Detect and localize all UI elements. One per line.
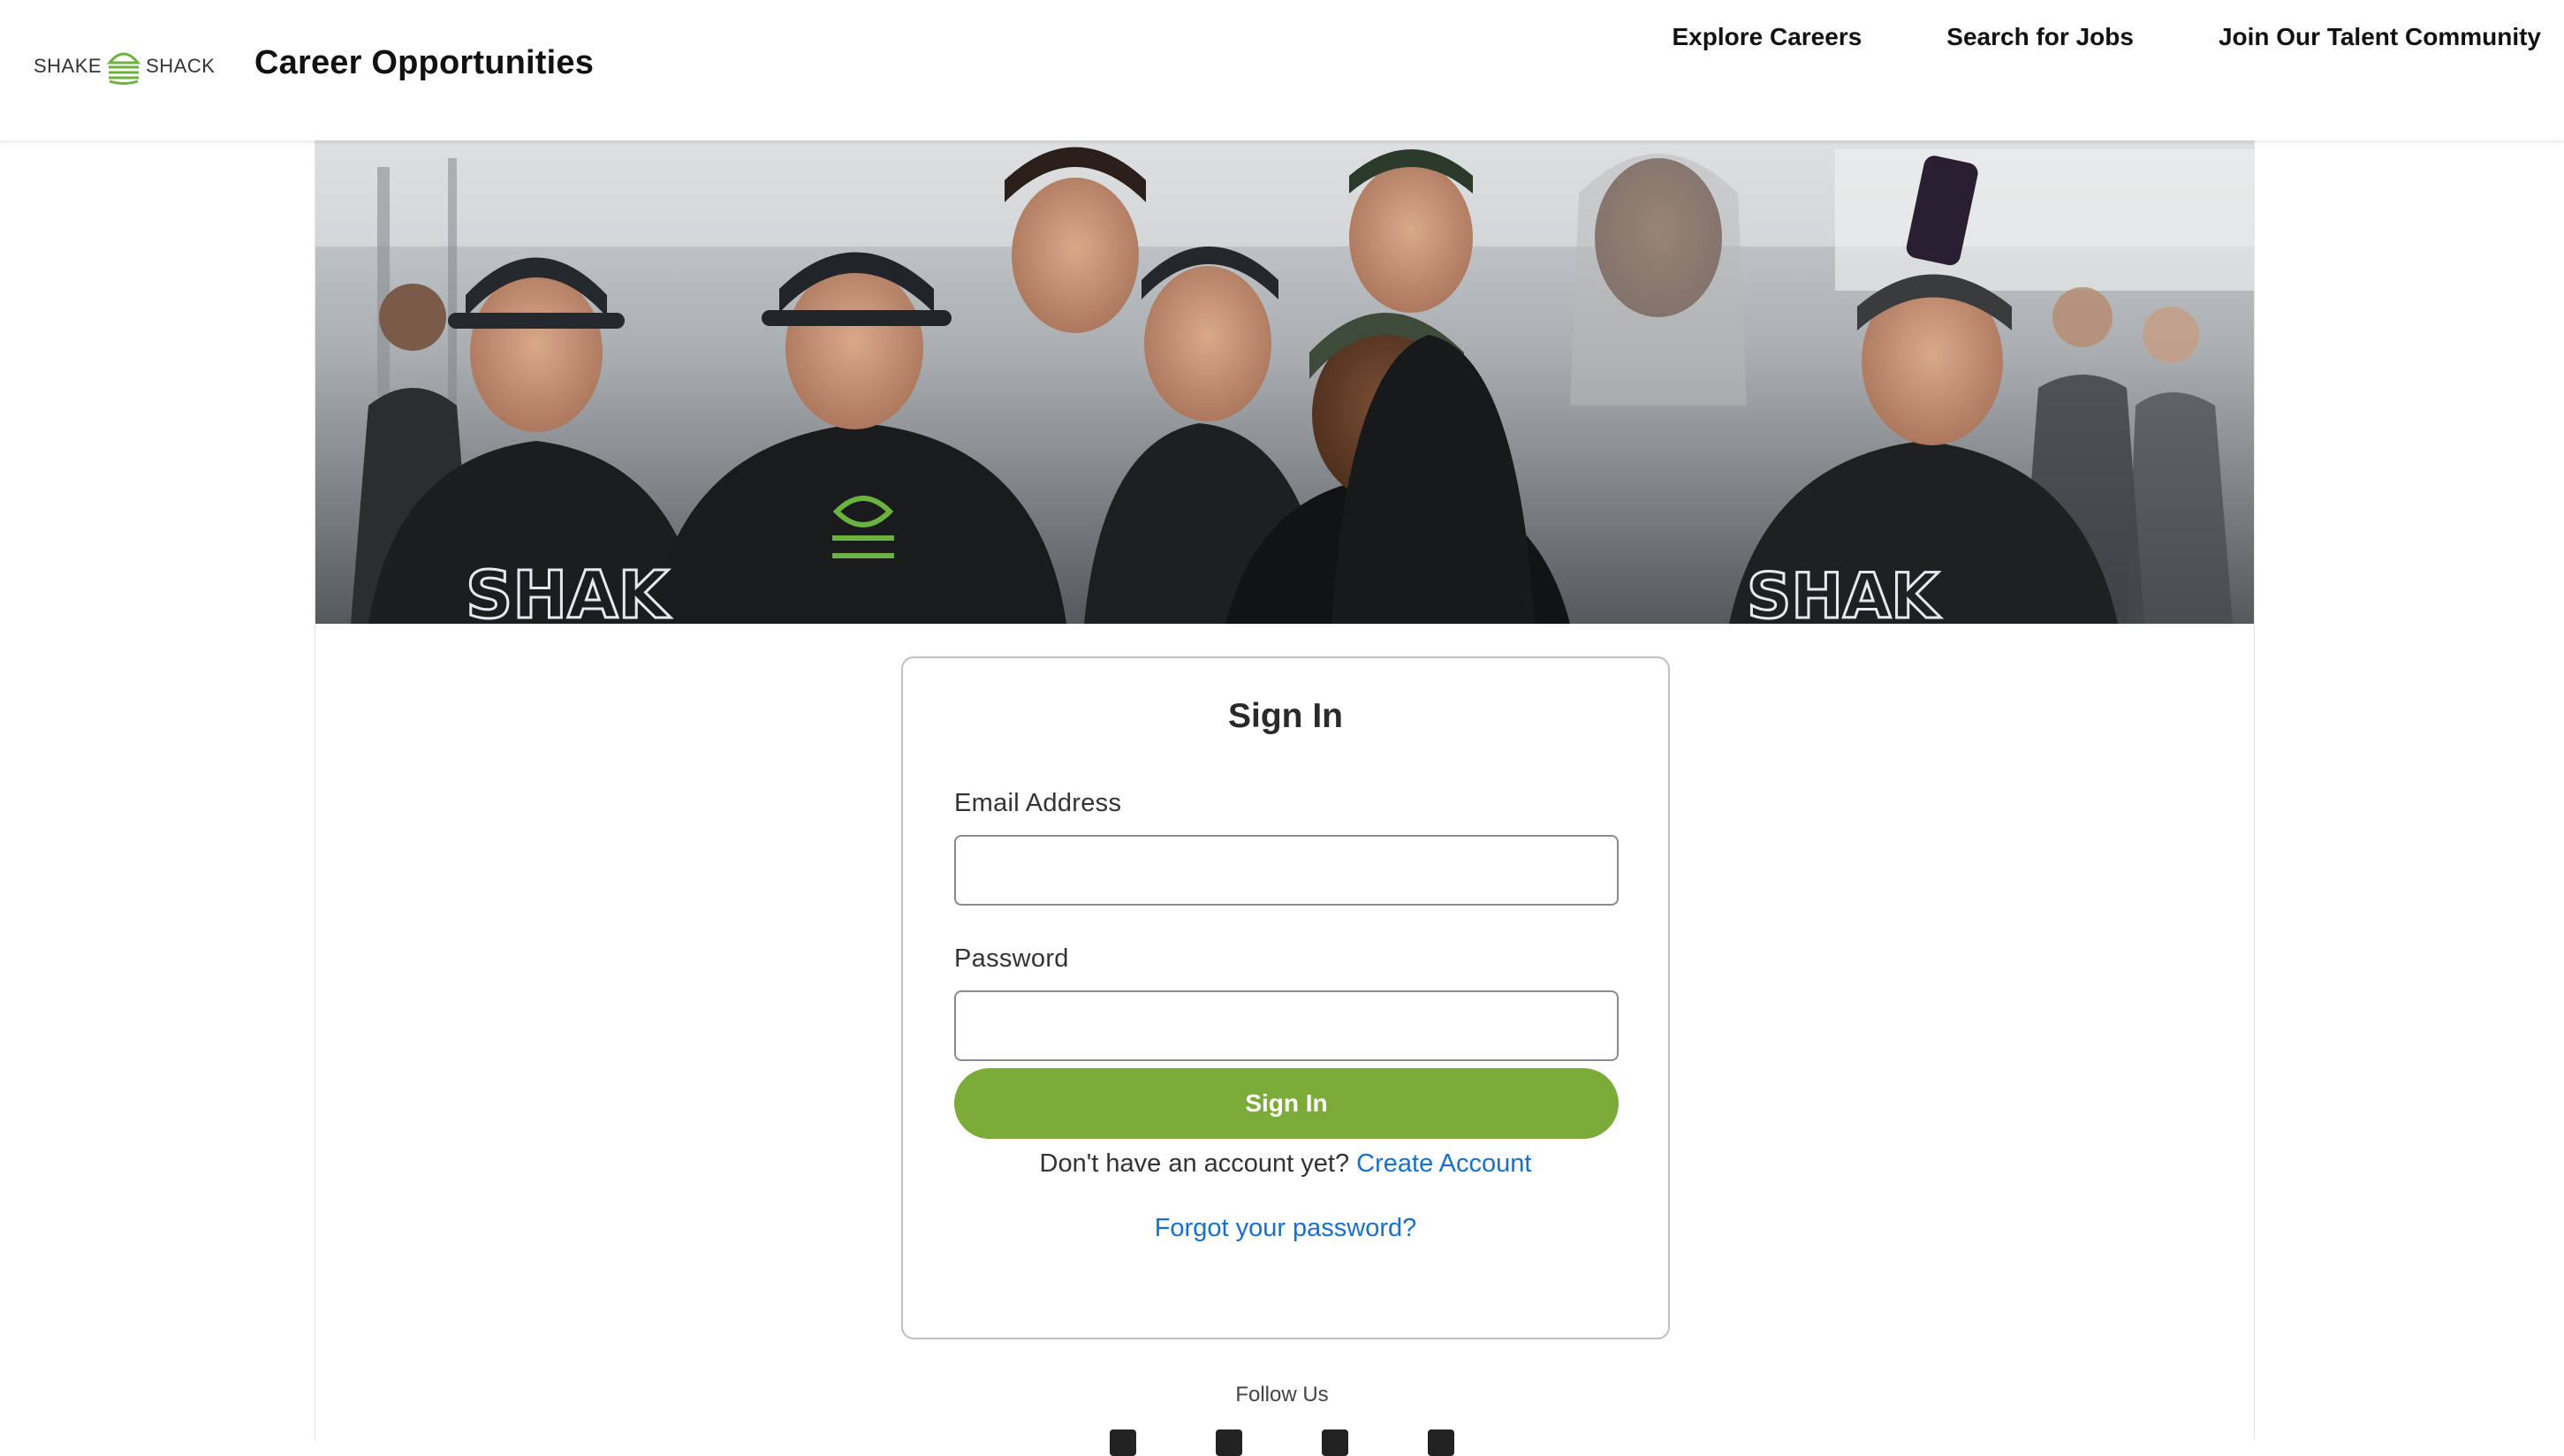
instagram-icon[interactable] xyxy=(1428,1429,1454,1456)
nav-explore-careers[interactable]: Explore Careers xyxy=(1673,23,1862,51)
page-title: Career Opportunities xyxy=(254,44,595,81)
burger-logo-icon xyxy=(106,52,141,85)
top-nav: Explore Careers Search for Jobs Join Our… xyxy=(1588,23,2542,51)
email-field[interactable] xyxy=(954,835,1619,906)
team-photo-image: SHAK SHAK xyxy=(315,140,2254,624)
social-icons xyxy=(0,1429,2564,1456)
signin-card: Sign In Email Address Password Sign In D… xyxy=(901,656,1670,1339)
nav-join-talent-community[interactable]: Join Our Talent Community xyxy=(2219,23,2541,51)
facebook-icon[interactable] xyxy=(1110,1429,1136,1456)
create-account-link[interactable]: Create Account xyxy=(1356,1149,1531,1178)
svg-text:SHAK: SHAK xyxy=(466,557,671,624)
create-account-row: Don't have an account yet? Create Accoun… xyxy=(903,1149,1668,1179)
content-frame: SHAK SHAK Sign In Email Address Password… xyxy=(315,140,2255,1440)
site-header: SHAKE SHACK Career Opportunities Explore… xyxy=(0,0,2564,140)
twitter-icon[interactable] xyxy=(1216,1429,1242,1456)
shake-shack-logo[interactable]: SHAKE SHACK xyxy=(34,44,215,88)
svg-text:SHAK: SHAK xyxy=(1747,560,1941,624)
sign-in-button[interactable]: Sign In xyxy=(954,1068,1619,1139)
hero-banner: SHAK SHAK xyxy=(315,140,2254,624)
nav-search-for-jobs[interactable]: Search for Jobs xyxy=(1946,23,2134,51)
linkedin-icon[interactable] xyxy=(1322,1429,1348,1456)
logo-left-word: SHAKE xyxy=(34,55,102,77)
follow-us-label: Follow Us xyxy=(1235,1383,1329,1407)
no-account-text: Don't have an account yet? xyxy=(1039,1149,1350,1178)
forgot-password-link[interactable]: Forgot your password? xyxy=(1155,1214,1417,1242)
password-label: Password xyxy=(954,944,1069,973)
email-label: Email Address xyxy=(954,789,1122,817)
forgot-password-row: Forgot your password? xyxy=(903,1214,1668,1243)
logo-right-word: SHACK xyxy=(146,55,216,77)
signin-heading: Sign In xyxy=(1228,697,1343,735)
password-field[interactable] xyxy=(954,990,1619,1061)
